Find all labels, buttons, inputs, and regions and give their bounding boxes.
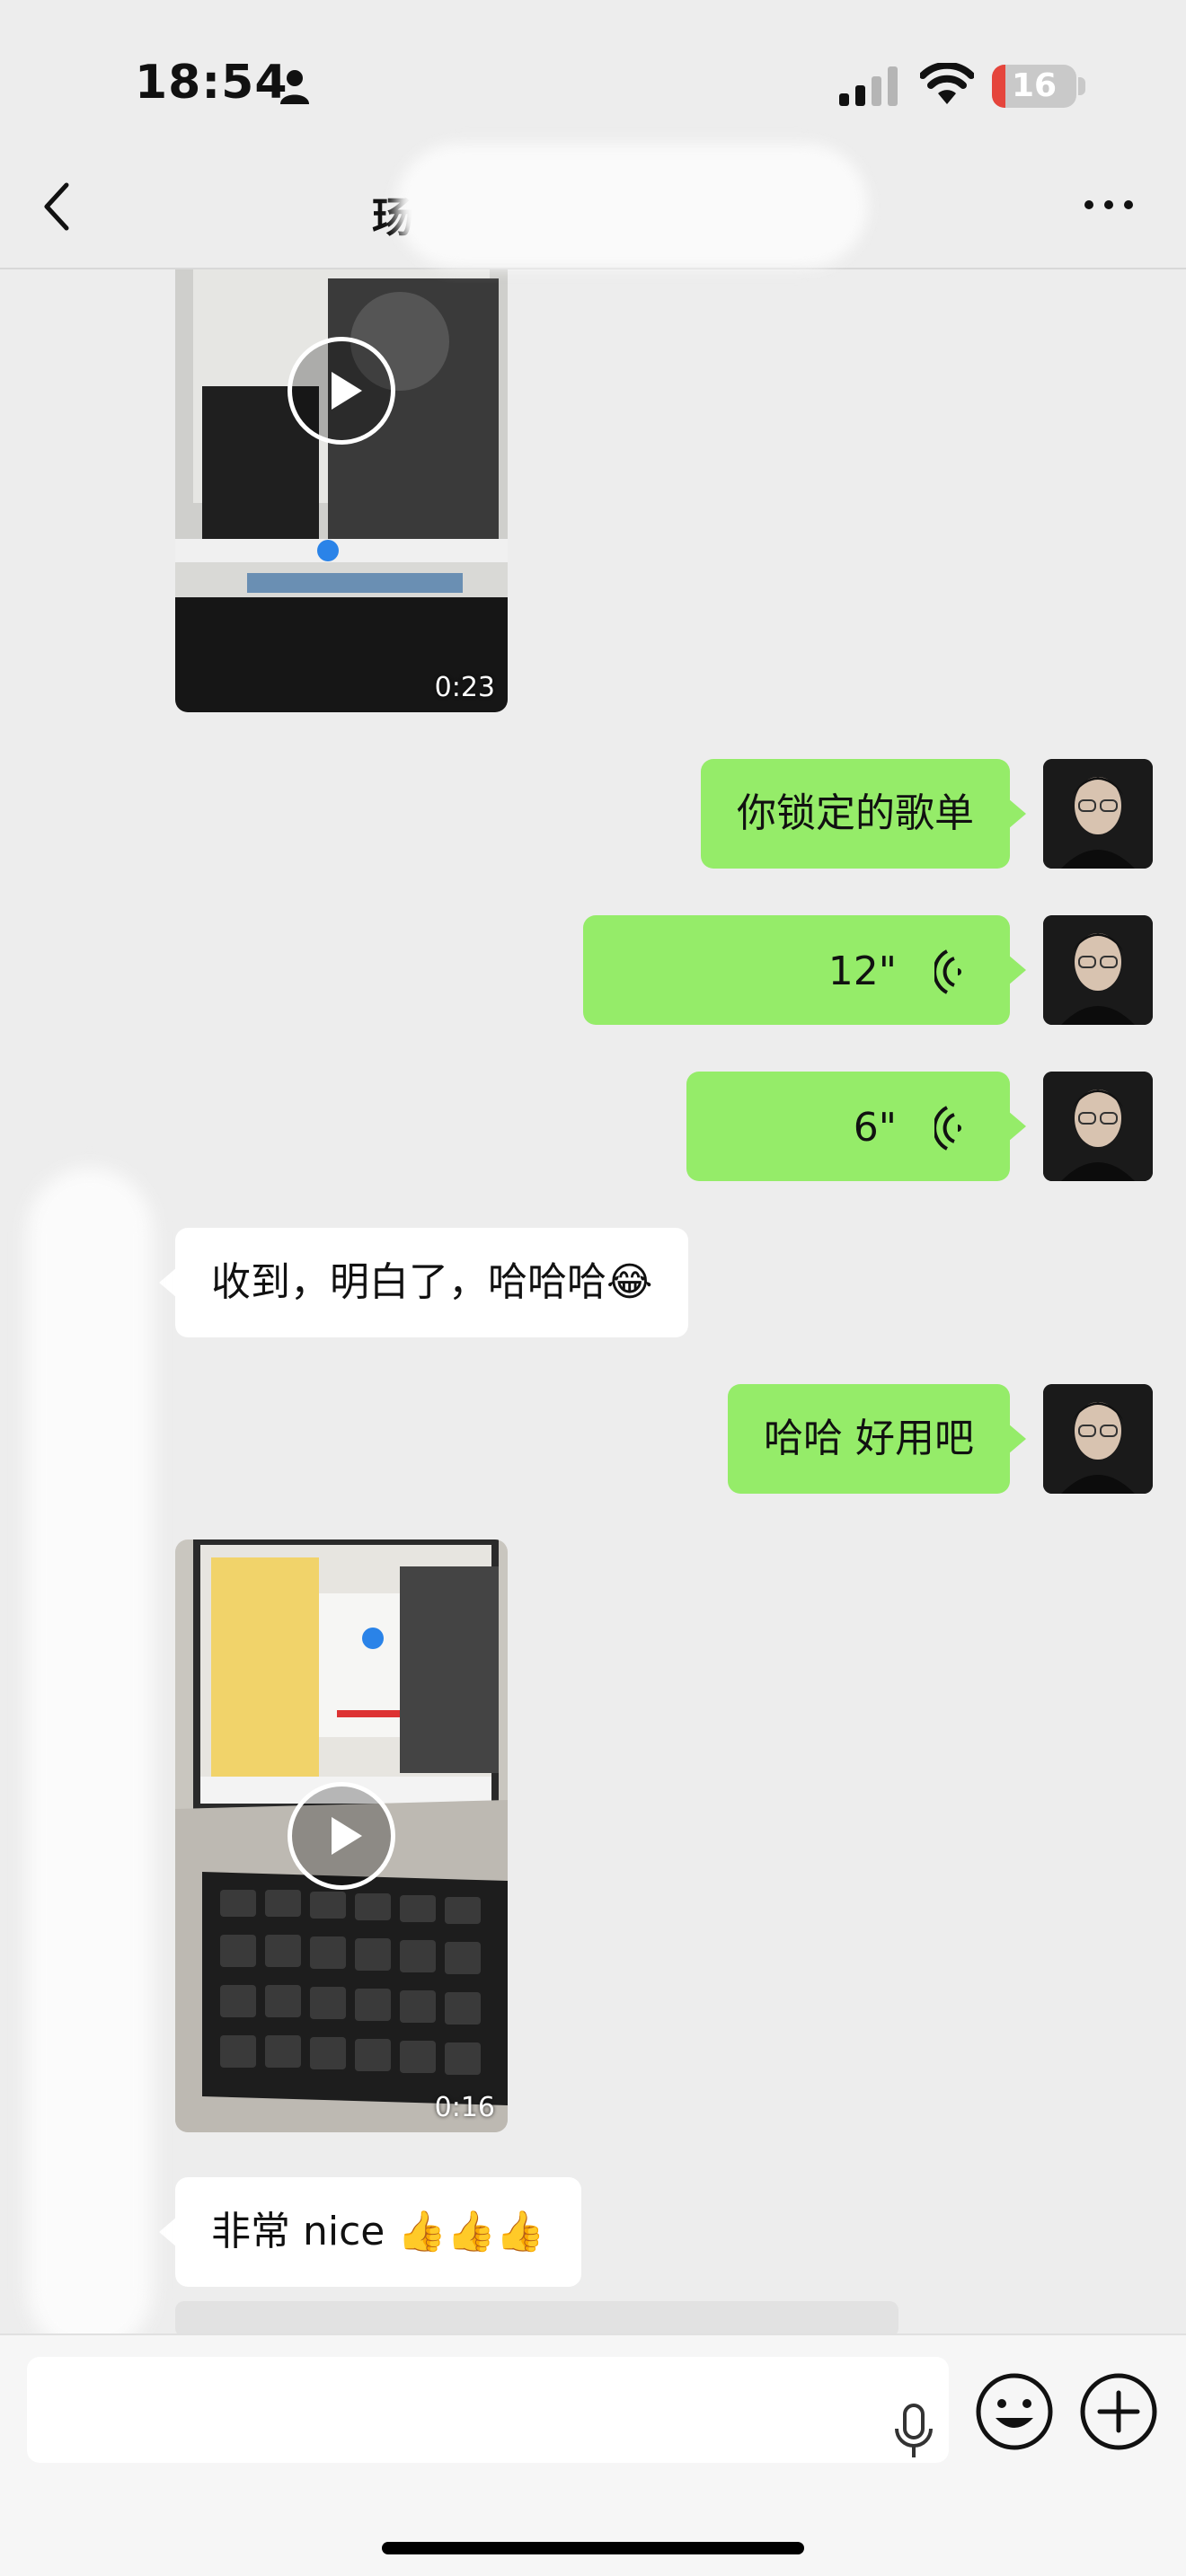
microphone-icon[interactable]: [891, 2404, 936, 2459]
battery-cap: [1078, 77, 1085, 95]
battery-icon: 16: [992, 65, 1076, 108]
voice-duration: 12": [828, 948, 897, 994]
wifi-icon: [920, 63, 974, 104]
play-icon[interactable]: [288, 337, 395, 445]
voice-wave-icon: [934, 1106, 961, 1151]
video-duration: 0:23: [434, 672, 495, 703]
video-thumbnail: [175, 269, 508, 712]
message-text: 非常 nice 👍👍👍: [211, 2209, 545, 2254]
home-indicator[interactable]: [382, 2542, 804, 2554]
chevron-left-icon[interactable]: [38, 180, 74, 234]
plus-icon[interactable]: [1078, 2371, 1159, 2452]
redaction-overlay: [27, 1168, 153, 2353]
ellipsis-icon[interactable]: [1082, 194, 1136, 216]
emoji-icon[interactable]: [974, 2371, 1055, 2452]
outgoing-text-bubble[interactable]: 哈哈 好用吧: [728, 1384, 1026, 1494]
avatar[interactable]: [1043, 1384, 1153, 1494]
message-text: 哈哈 好用吧: [764, 1416, 974, 1461]
outgoing-voice-bubble[interactable]: 6": [686, 1072, 1026, 1181]
outgoing-text-bubble[interactable]: 你锁定的歌单: [701, 759, 1026, 869]
avatar[interactable]: [1043, 915, 1153, 1025]
chat-header: 玚: [0, 144, 1186, 269]
person-icon: [280, 70, 309, 104]
video-duration: 0:16: [434, 2092, 495, 2123]
status-time: 18:54: [135, 56, 288, 110]
message-input[interactable]: [27, 2357, 949, 2463]
video-message[interactable]: 0:23: [175, 269, 508, 712]
incoming-text-bubble[interactable]: 收到，明白了，哈哈哈😂: [158, 1228, 689, 1337]
signal-icon: [839, 66, 898, 106]
play-icon[interactable]: [288, 1782, 395, 1890]
voice-duration: 6": [853, 1105, 897, 1151]
avatar[interactable]: [1043, 759, 1153, 869]
video-message[interactable]: 0:16: [175, 1539, 508, 2132]
voice-wave-icon: [934, 949, 961, 994]
quoted-reply-snippet: [175, 2301, 898, 2335]
avatar[interactable]: [1043, 1072, 1153, 1181]
incoming-text-bubble[interactable]: 非常 nice 👍👍👍: [159, 2177, 581, 2287]
title-redaction: [395, 144, 868, 268]
input-bar: [0, 2333, 1186, 2576]
battery-level: 16: [1011, 67, 1058, 104]
outgoing-voice-bubble[interactable]: 12": [583, 915, 1026, 1025]
message-text: 收到，明白了，哈哈哈😂: [211, 1259, 653, 1305]
message-list[interactable]: 0:23 你锁定的歌单 12" 6" 收到，明白了，哈哈哈😂 哈哈 好用吧 0:…: [0, 269, 1186, 2335]
message-text: 你锁定的歌单: [737, 790, 974, 836]
